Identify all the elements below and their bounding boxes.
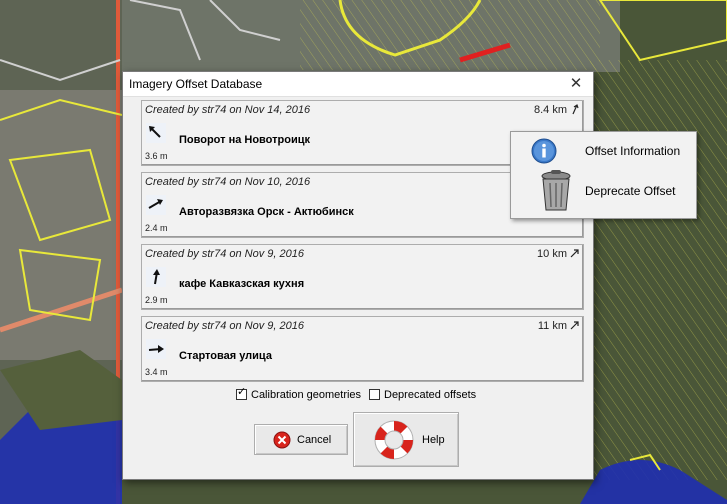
info-icon [531,138,557,164]
help-button[interactable]: Help [353,412,459,467]
cancel-button[interactable]: Cancel [254,424,348,455]
menu-item-deprecate-offset[interactable]: Deprecate Offset [511,170,696,212]
checkbox-box[interactable]: ✓ [236,386,247,400]
entry-name: кафе Кавказская кухня [179,278,305,290]
offset-entry[interactable]: Created by str74 on Nov 9, 2016 10 km ка… [141,244,584,310]
deprecated-offsets-checkbox[interactable]: Deprecated offsets [369,389,476,401]
dialog-title: Imagery Offset Database [129,77,263,91]
lifebuoy-icon [374,420,414,460]
entry-distance: 10 km [537,248,567,260]
entry-created: Created by str74 on Nov 9, 2016 [145,248,304,260]
direction-arrow-icon [570,249,579,258]
entry-offset: 3.4 m [145,367,168,377]
offset-arrow-icon [146,123,166,143]
calibration-geometries-checkbox[interactable]: ✓ Calibration geometries [236,386,362,401]
offset-arrow-icon [146,195,166,215]
offset-entry[interactable]: Created by str74 on Nov 9, 2016 11 km Ст… [141,316,584,382]
cancel-icon [273,431,291,449]
help-button-label: Help [422,434,445,446]
checkbox-label: Calibration geometries [251,389,362,401]
trash-icon [541,170,571,211]
entry-name: Поворот на Новотроицк [179,134,310,146]
checkbox-box[interactable] [369,389,380,400]
offset-arrow-icon [146,267,166,287]
entry-created: Created by str74 on Nov 10, 2016 [145,176,311,188]
menu-item-label: Deprecate Offset [585,184,676,198]
offset-context-menu: Offset Information Deprecate Offset [510,131,697,219]
menu-item-offset-information[interactable]: Offset Information [511,132,696,172]
offset-arrow-icon [146,339,166,359]
entry-name: Стартовая улица [179,350,272,362]
entry-name: Авторазвязка Орск - Актюбинск [179,206,354,218]
menu-item-label: Offset Information [585,144,681,158]
entry-offset: 2.4 m [145,223,168,233]
entry-offset: 2.9 m [145,295,168,305]
entry-created: Created by str74 on Nov 14, 2016 [145,104,311,116]
close-icon[interactable]: ✕ [559,72,593,96]
entry-created: Created by str74 on Nov 9, 2016 [145,320,304,332]
direction-arrow-icon [572,104,579,115]
cancel-button-label: Cancel [297,434,332,446]
checkmark-icon: ✓ [237,386,247,398]
checkbox-label: Deprecated offsets [384,389,477,401]
entry-offset: 3.6 m [145,151,168,161]
entry-distance: 11 km [537,320,567,332]
dialog-titlebar[interactable]: Imagery Offset Database ✕ [123,72,593,97]
entry-distance: 8.4 km [533,104,567,116]
direction-arrow-icon [570,321,579,330]
